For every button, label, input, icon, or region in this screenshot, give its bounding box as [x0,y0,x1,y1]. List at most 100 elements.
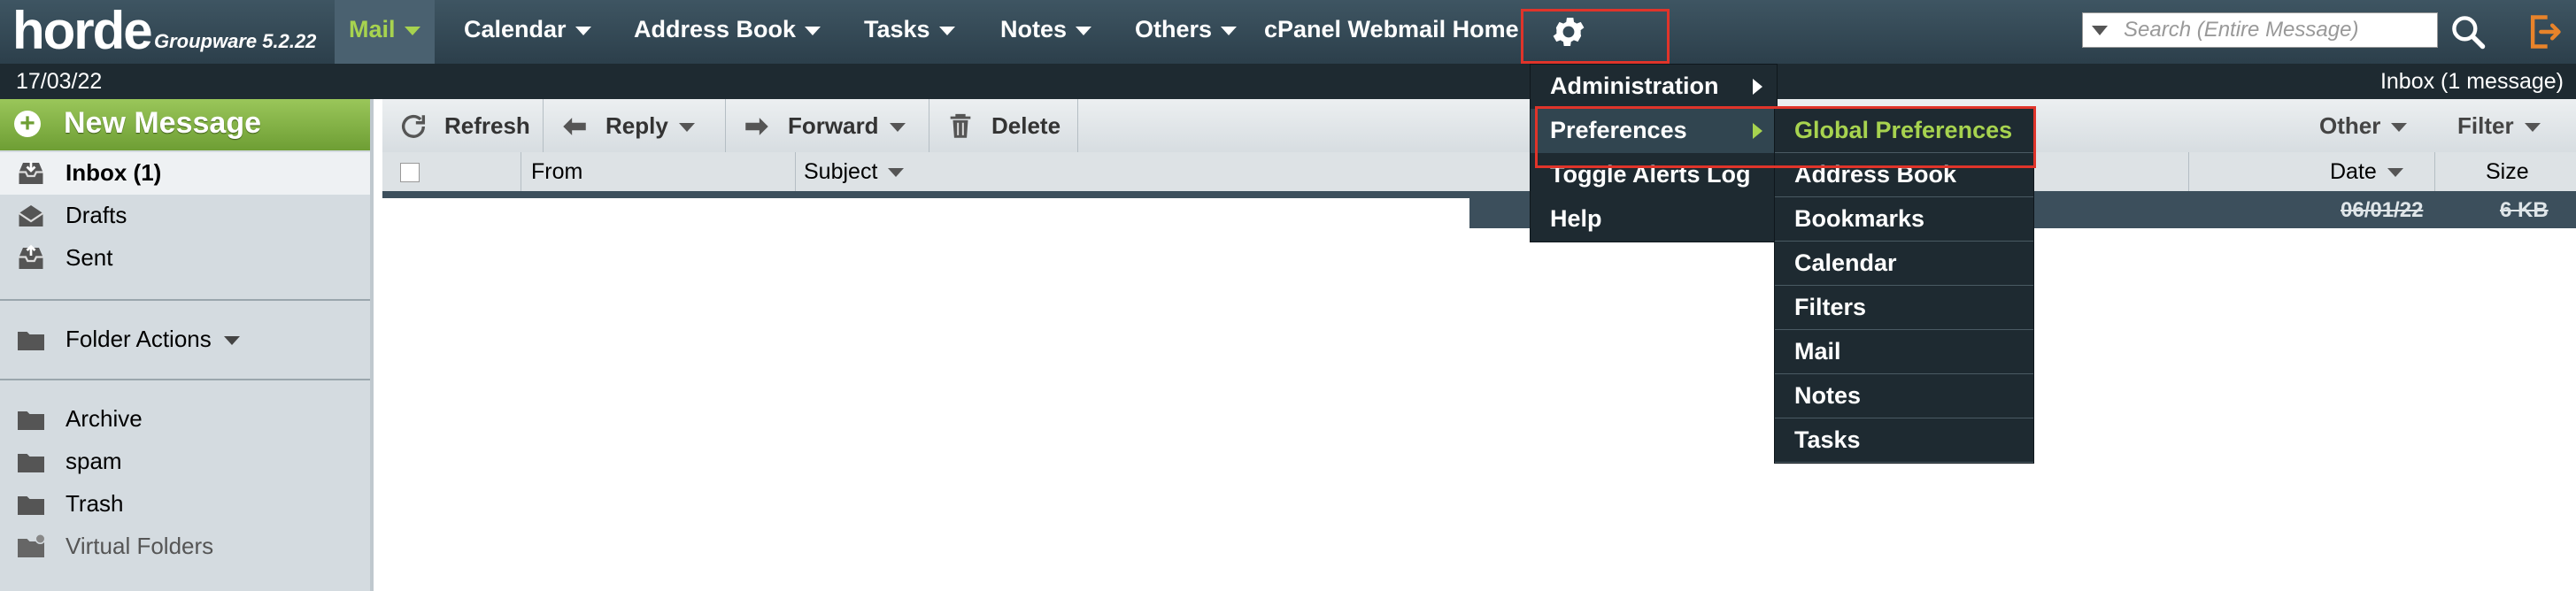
message-toolbar: Refresh Reply Forward Delete Other Filte… [382,99,2576,153]
forward-label-wrap: Forward [788,99,906,152]
folder-label: Sent [66,244,113,271]
search-input[interactable] [2124,13,2425,47]
chevron-down-icon [404,26,420,35]
menu-item-label: Calendar [1794,249,1897,276]
message-row-obscured [382,198,1469,237]
menu-item-label: Tasks [1794,426,1861,453]
inbox-status: Inbox (1 message) [2379,69,2564,94]
column-divider [2434,152,2435,191]
column-divider [2188,152,2189,191]
message-date: 06/01/22 [2341,198,2424,222]
menu-item-label: Help [1550,205,1602,232]
submenu-item-calendar[interactable]: Calendar [1775,242,2033,286]
select-all-checkbox[interactable] [400,163,420,182]
column-header-date[interactable]: Date [2330,159,2403,185]
filter-menu-button[interactable]: Filter [2457,99,2541,152]
column-header-from[interactable]: From [531,159,582,185]
reply-icon [563,118,586,135]
chevron-down-icon [889,123,906,133]
reply-label-wrap: Reply [605,99,695,152]
plus-icon: + [14,111,41,137]
folder-trash[interactable]: Trash [0,483,370,526]
new-message-button[interactable]: + New Message [0,99,370,150]
drafts-icon [18,205,44,226]
folder-label: Inbox (1) [66,159,162,186]
nav-cpanel-label: cPanel Webmail Home [1264,16,1519,42]
new-message-label: New Message [64,106,261,140]
preferences-highlight-box [1535,106,2036,168]
column-header-size[interactable]: Size [2486,159,2529,185]
logo-text: horde [12,1,153,60]
app-version: Groupware 5.2.22 [154,30,317,52]
chevron-down-icon [2524,123,2541,133]
reply-button[interactable]: Reply [544,99,726,152]
search-scope-dropdown-icon[interactable] [2092,26,2108,35]
nav-notes-label: Notes [1000,16,1068,42]
submenu-item-bookmarks[interactable]: Bookmarks [1775,197,2033,242]
folder-label: Trash [66,490,124,517]
submenu-item-tasks[interactable]: Tasks [1775,418,2033,463]
refresh-icon [401,114,426,138]
message-list-header: From Subject Date Size [382,152,2576,192]
refresh-button[interactable]: Refresh [382,99,544,152]
folder-label: Archive [66,405,143,432]
nav-calendar[interactable]: Calendar [464,0,591,64]
filter-label: Filter [2457,112,2514,139]
forward-icon [745,118,768,135]
folder-virtual-folders[interactable]: Virtual Folders [0,526,370,568]
refresh-label: Refresh [444,112,530,139]
chevron-down-icon [1221,26,1238,35]
folder-actions-label-wrap: Folder Actions [66,326,240,353]
menu-item-label: Bookmarks [1794,205,1925,232]
virtual-folder-icon [18,533,46,557]
nav-cpanel-webmail-home[interactable]: cPanel Webmail Home [1264,0,1519,64]
folder-label: spam [66,448,122,474]
folder-actions-label: Folder Actions [66,326,212,352]
nav-others[interactable]: Others [1135,0,1238,64]
column-header-subject[interactable]: Subject [804,159,905,185]
message-size: 6 KB [2500,198,2549,222]
menu-item-label: Filters [1794,294,1867,320]
search-icon[interactable] [2449,12,2487,51]
folder-icon [18,496,44,515]
sidebar: + New Message Inbox (1) Drafts Sent Fold… [0,99,374,591]
forward-button[interactable]: Forward [726,99,929,152]
sidebar-divider [0,379,370,380]
chevron-down-icon [223,336,240,346]
forward-label: Forward [788,112,879,139]
sent-icon [19,244,43,269]
chevron-right-icon [1753,79,1762,95]
folder-label: Drafts [66,202,127,228]
nav-tasks[interactable]: Tasks [864,0,955,64]
folder-actions-menu[interactable]: Folder Actions [0,319,370,361]
inbox-icon [19,161,43,184]
menu-item-administration[interactable]: Administration [1531,65,1777,109]
nav-notes[interactable]: Notes [1000,0,1092,64]
reply-label: Reply [605,112,668,139]
other-menu-button[interactable]: Other [2319,99,2408,152]
other-label: Other [2319,112,2381,139]
nav-address-book[interactable]: Address Book [634,0,821,64]
logout-icon[interactable] [2525,12,2564,51]
delete-label: Delete [991,112,1061,139]
column-divider [795,152,796,191]
sort-arrow-icon [888,168,905,178]
message-row[interactable]: 06/01/22 6 KB [382,191,2576,237]
submenu-item-mail[interactable]: Mail [1775,330,2033,374]
search-box[interactable] [2082,12,2438,48]
delete-button[interactable]: Delete [929,99,1078,152]
folder-spam[interactable]: spam [0,441,370,483]
nav-tasks-label: Tasks [864,16,930,42]
folder-sent[interactable]: Sent [0,237,370,280]
chevron-down-icon [575,26,591,35]
folder-archive[interactable]: Archive [0,398,370,441]
submenu-item-notes[interactable]: Notes [1775,374,2033,418]
chevron-down-icon [805,26,821,35]
menu-item-label: Mail [1794,338,1841,365]
nav-mail[interactable]: Mail [335,0,435,64]
menu-item-help[interactable]: Help [1531,197,1777,242]
nav-mail-label: Mail [349,16,396,42]
submenu-item-filters[interactable]: Filters [1775,286,2033,330]
folder-drafts[interactable]: Drafts [0,195,370,237]
folder-inbox[interactable]: Inbox (1) [0,152,370,195]
